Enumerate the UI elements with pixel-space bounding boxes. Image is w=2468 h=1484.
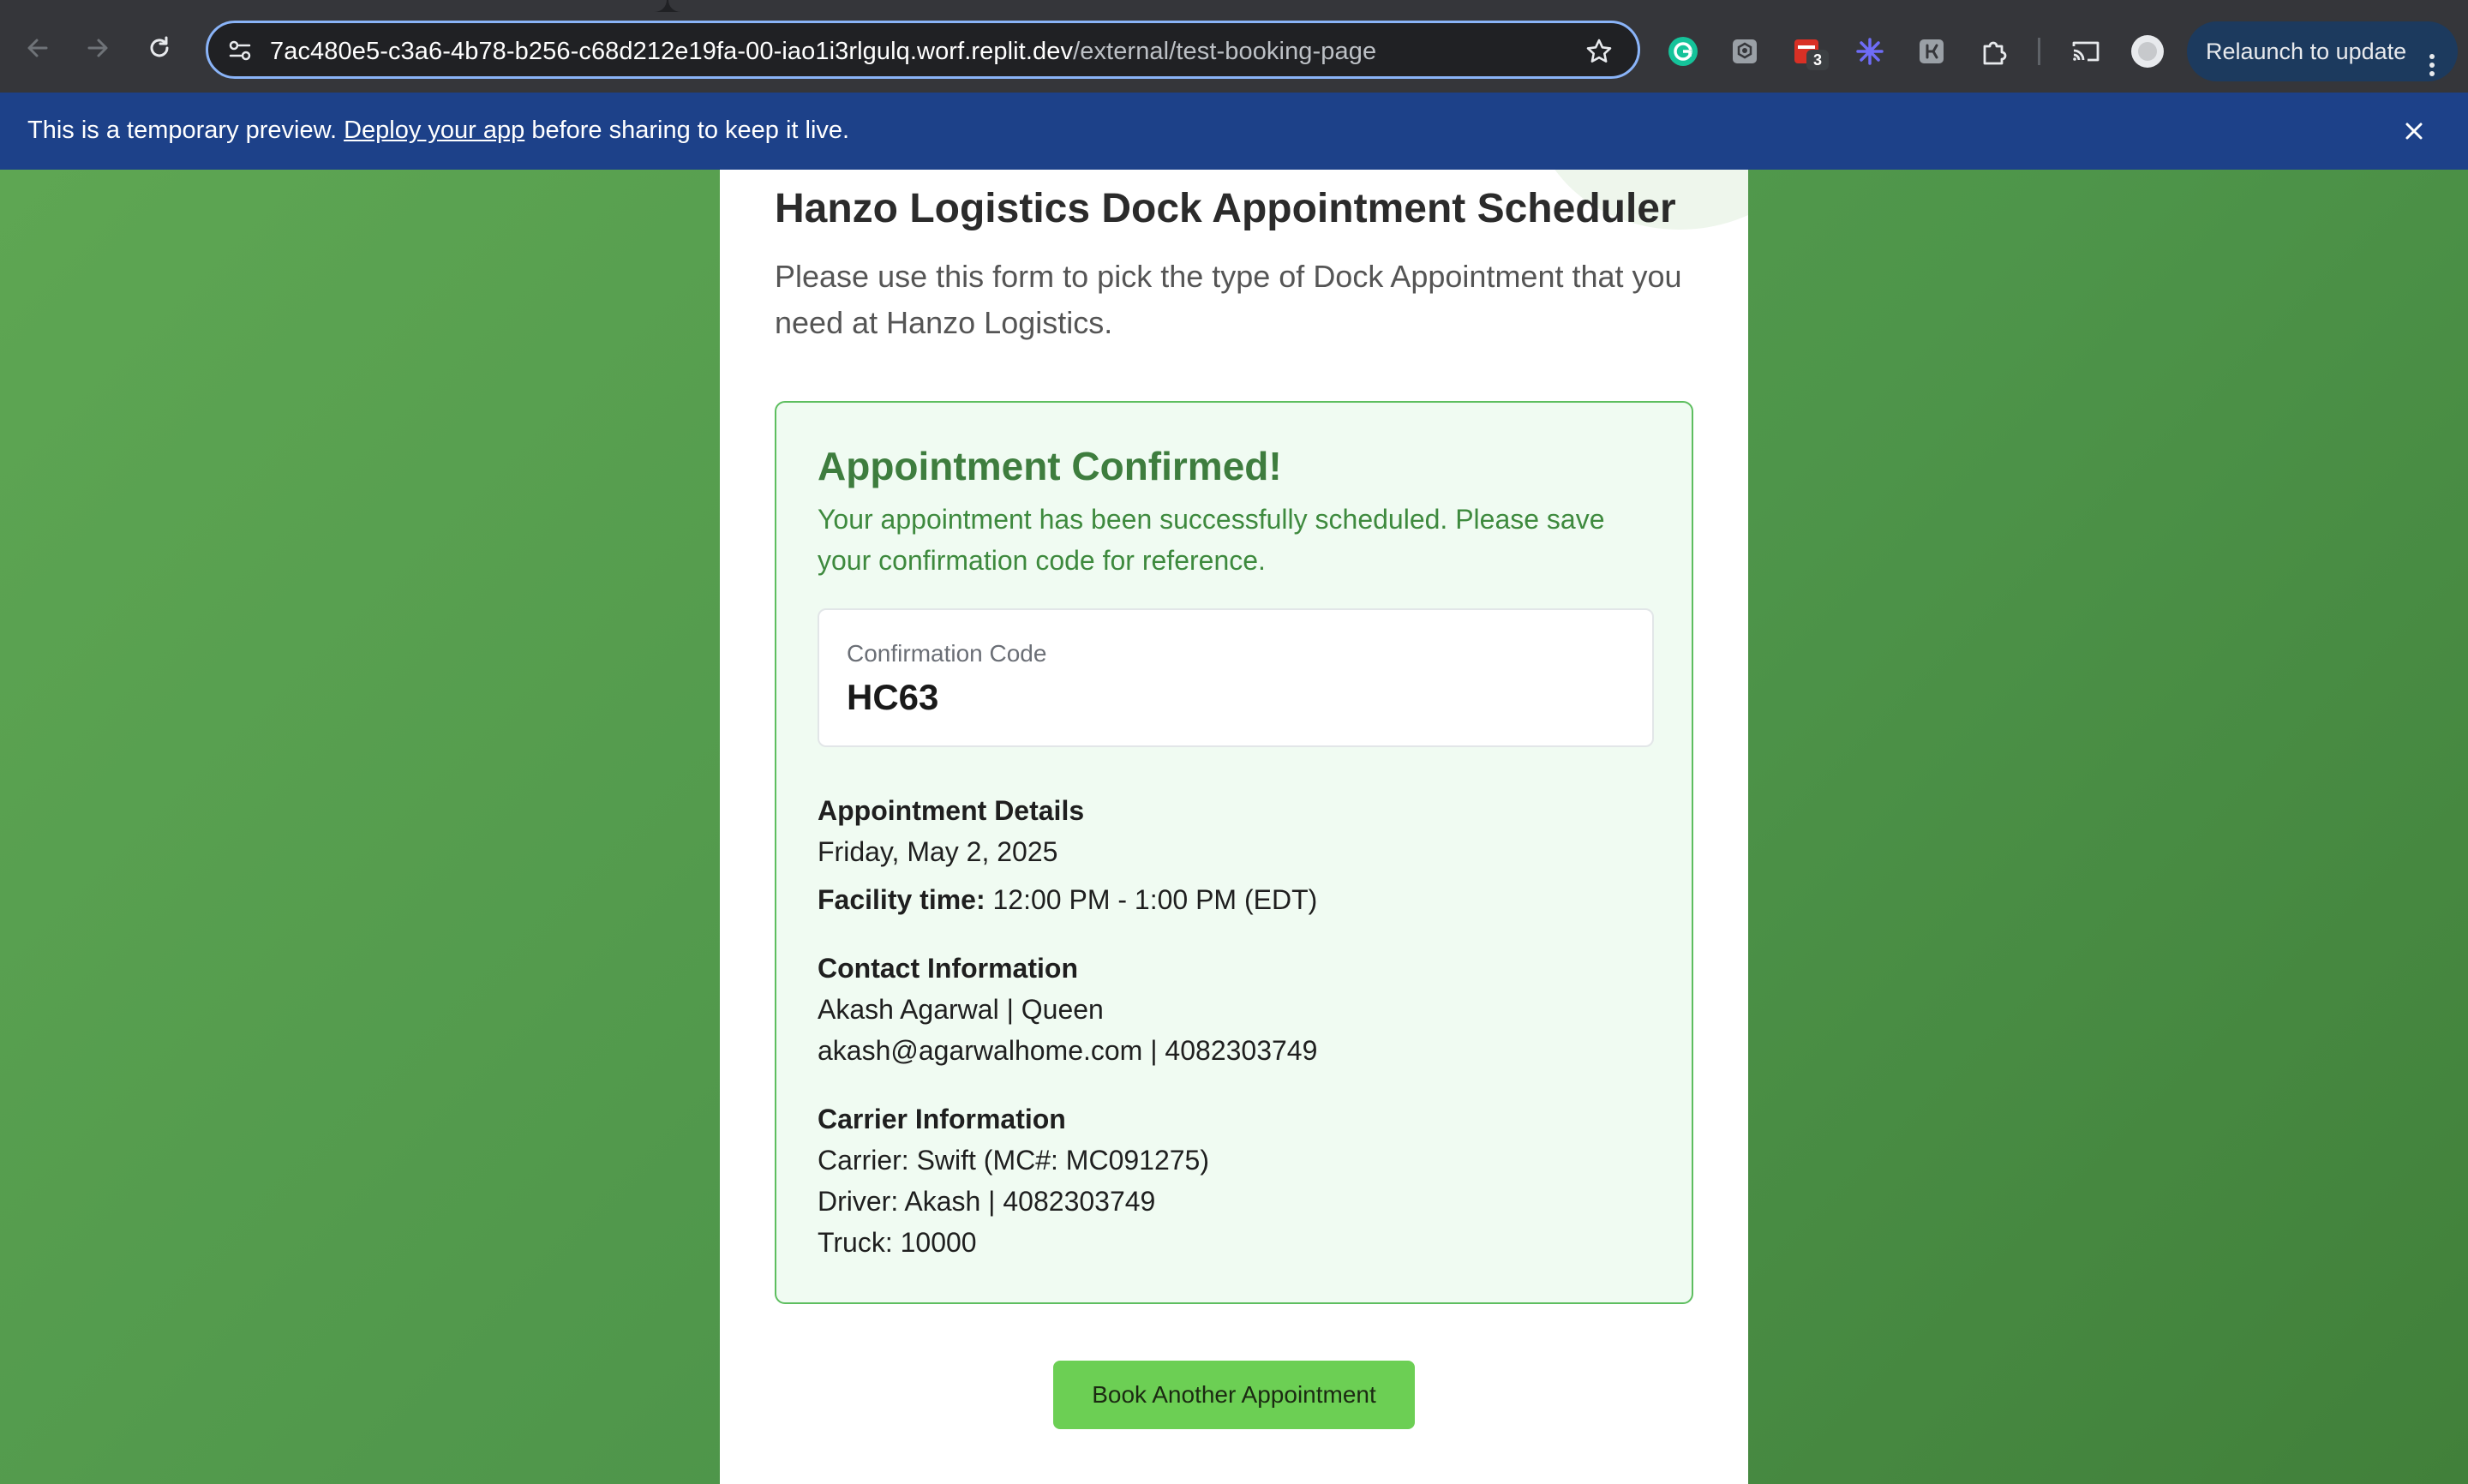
close-icon[interactable] bbox=[2399, 117, 2429, 146]
deploy-app-link[interactable]: Deploy your app bbox=[344, 117, 524, 144]
carrier-information-title: Carrier Information bbox=[818, 1104, 1066, 1134]
back-arrow-icon[interactable] bbox=[19, 29, 57, 67]
facility-time-label: Facility time: bbox=[818, 884, 985, 915]
confirmation-code-box: Confirmation Code HC63 bbox=[818, 608, 1654, 747]
page-intro: Please use this form to pick the type of… bbox=[775, 259, 1682, 340]
confirmation-panel: Appointment Confirmed! Your appointment … bbox=[775, 401, 1693, 1304]
banner-text-after: before sharing to keep it live. bbox=[524, 117, 850, 144]
cast-icon[interactable] bbox=[2069, 34, 2103, 69]
contact-information-title: Contact Information bbox=[818, 953, 1078, 984]
grammarly-icon[interactable] bbox=[1666, 34, 1700, 69]
banner-message: This is a temporary preview. Deploy your… bbox=[27, 115, 849, 146]
temporary-preview-banner: This is a temporary preview. Deploy your… bbox=[0, 93, 2468, 170]
appointment-date: Friday, May 2, 2025 bbox=[818, 836, 1058, 867]
relaunch-label: Relaunch to update bbox=[2206, 39, 2407, 64]
confirmation-message: Your appointment has been successfully s… bbox=[818, 504, 1605, 576]
page-background: Hanzo Logistics Dock Appointment Schedul… bbox=[0, 170, 2468, 1484]
contact-email-phone: akash@agarwalhome.com | 4082303749 bbox=[818, 1035, 1318, 1066]
extension-icon[interactable] bbox=[1728, 34, 1762, 69]
carrier-name: Carrier: Swift (MC#: MC091275) bbox=[818, 1145, 1209, 1176]
facility-time-value: 12:00 PM - 1:00 PM (EDT) bbox=[985, 884, 1318, 915]
banner-text-before: This is a temporary preview. bbox=[27, 117, 344, 144]
scheduler-card: Hanzo Logistics Dock Appointment Schedul… bbox=[720, 170, 1748, 1484]
active-tab-edge bbox=[0, 0, 667, 12]
more-menu-icon[interactable] bbox=[2429, 39, 2435, 76]
appointment-details-title: Appointment Details bbox=[818, 795, 1085, 826]
contact-name: Akash Agarwal | Queen bbox=[818, 994, 1104, 1025]
confirmation-code-label: Confirmation Code bbox=[847, 640, 1047, 667]
forward-arrow-icon[interactable] bbox=[79, 29, 117, 67]
truck-info: Truck: 10000 bbox=[818, 1227, 977, 1258]
facility-time: Facility time: 12:00 PM - 1:00 PM (EDT) bbox=[818, 883, 1317, 917]
toolbar-separator bbox=[2038, 38, 2040, 65]
url-text[interactable]: 7ac480e5-c3a6-4b78-b256-c68d212e19fa-00-… bbox=[270, 37, 1376, 66]
profile-avatar-icon[interactable] bbox=[2130, 34, 2165, 69]
driver-info: Driver: Akash | 4082303749 bbox=[818, 1186, 1156, 1217]
tab-edge bbox=[668, 0, 2468, 12]
browser-toolbar: 7ac480e5-c3a6-4b78-b256-c68d212e19fa-00-… bbox=[0, 0, 2468, 93]
page-title: Hanzo Logistics Dock Appointment Schedul… bbox=[775, 186, 1676, 231]
address-bar[interactable]: 7ac480e5-c3a6-4b78-b256-c68d212e19fa-00-… bbox=[206, 21, 1640, 79]
book-another-appointment-button[interactable]: Book Another Appointment bbox=[1053, 1361, 1415, 1429]
extension-icon[interactable] bbox=[1853, 34, 1887, 69]
tab-strip bbox=[0, 0, 2468, 12]
bookmark-star-icon[interactable] bbox=[1584, 37, 1614, 66]
extension-badge: 3 bbox=[1806, 50, 1829, 70]
url-host: 7ac480e5-c3a6-4b78-b256-c68d212e19fa-00-… bbox=[270, 38, 1074, 65]
extensions-puzzle-icon[interactable] bbox=[1976, 34, 2010, 69]
extension-icon[interactable] bbox=[1914, 34, 1949, 69]
confirmation-heading: Appointment Confirmed! bbox=[818, 444, 1282, 488]
relaunch-to-update-button[interactable]: Relaunch to update bbox=[2187, 21, 2458, 81]
reload-icon[interactable] bbox=[141, 29, 178, 67]
url-path: /external/test-booking-page bbox=[1073, 38, 1377, 65]
site-settings-icon[interactable] bbox=[227, 38, 253, 63]
confirmation-code-value: HC63 bbox=[847, 677, 939, 717]
